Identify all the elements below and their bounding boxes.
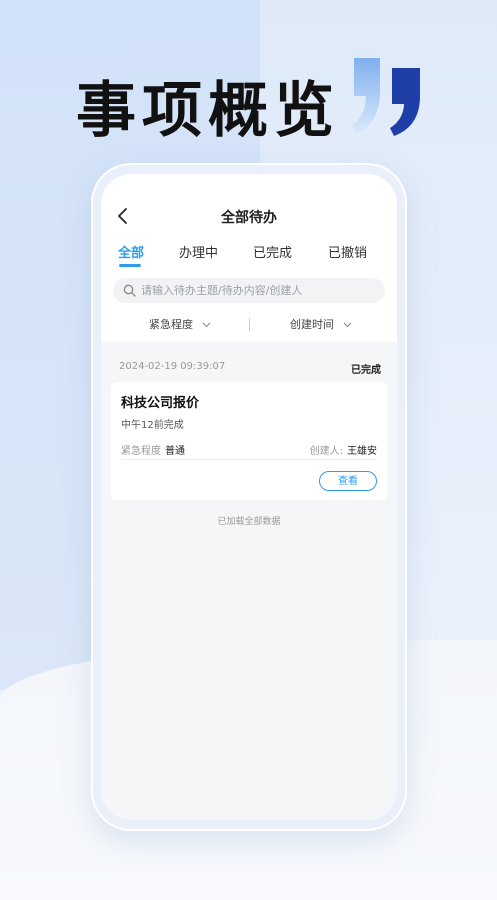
search-icon <box>123 284 136 297</box>
created-time-filter[interactable]: 创建时间 <box>290 316 352 332</box>
task-card[interactable]: 科技公司报价 中午12前完成 紧急程度 普通 创建人: 王雄安 查看 <box>111 382 387 500</box>
filter-bar: 紧急程度 创建时间 <box>101 312 397 336</box>
chevron-down-icon <box>202 322 210 328</box>
card-divider <box>121 459 377 460</box>
filter-divider <box>249 318 250 331</box>
status-badge: 已完成 <box>351 365 381 376</box>
urgency-filter-label: 紧急程度 <box>149 318 193 331</box>
tab-revoked[interactable]: 已撤销 <box>328 242 367 261</box>
view-button[interactable]: 查看 <box>319 471 377 491</box>
active-tab-indicator <box>119 264 141 267</box>
urgency-value: 普通 <box>165 446 185 457</box>
tab-in-progress[interactable]: 办理中 <box>179 242 218 261</box>
tab-completed[interactable]: 已完成 <box>253 242 292 261</box>
task-urgency: 紧急程度 普通 <box>121 439 185 458</box>
quote-mark-icon <box>352 58 420 136</box>
page-title: 全部待办 <box>221 210 277 226</box>
urgency-label: 紧急程度 <box>121 446 161 457</box>
tab-all[interactable]: 全部 <box>118 242 144 261</box>
header-panel: 全部待办 全部 办理中 已完成 已撤销 紧急程度 <box>101 174 397 342</box>
search-input[interactable] <box>141 278 377 303</box>
page-headline: 事项概览 <box>76 76 340 146</box>
phone-frame: 全部待办 全部 办理中 已完成 已撤销 紧急程度 <box>93 165 405 829</box>
task-title: 科技公司报价 <box>121 396 200 411</box>
created-time-filter-label: 创建时间 <box>290 318 334 331</box>
creator-label: 创建人: <box>309 446 343 457</box>
task-creator: 创建人: 王雄安 <box>310 439 377 458</box>
task-content: 中午12前完成 <box>121 420 184 431</box>
status-tabs: 全部 办理中 已完成 已撤销 <box>101 242 397 272</box>
task-date: 2024-02-19 09:39:07 <box>119 361 226 372</box>
creator-value: 王雄安 <box>347 446 377 457</box>
phone-screen: 全部待办 全部 办理中 已完成 已撤销 紧急程度 <box>101 174 397 820</box>
urgency-filter[interactable]: 紧急程度 <box>149 316 211 332</box>
chevron-down-icon <box>343 322 351 328</box>
all-loaded-text: 已加载全部数据 <box>217 517 281 527</box>
task-card-header: 2024-02-19 09:39:07 已完成 <box>111 352 387 382</box>
search-bar[interactable] <box>113 278 385 303</box>
